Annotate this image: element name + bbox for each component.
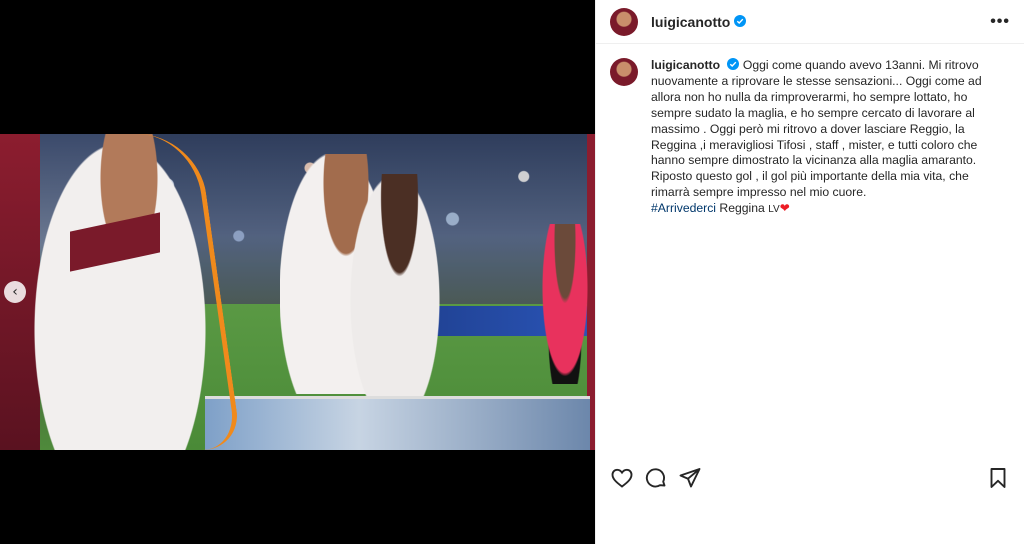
caption-body: Oggi come quando avevo 13anni. Mi ritrov… xyxy=(651,58,982,200)
more-options-button[interactable]: ••• xyxy=(990,13,1010,31)
player-teammate xyxy=(350,174,440,404)
verified-badge-icon xyxy=(723,58,742,72)
avatar[interactable] xyxy=(610,7,638,36)
caption-block: luigicanotto Oggi come quando avevo 13an… xyxy=(596,44,1024,218)
caption-tail: Reggina xyxy=(716,201,769,216)
hashtag-link[interactable]: #Arrivederci xyxy=(651,201,716,215)
post-photo[interactable] xyxy=(0,134,595,450)
post-sidebar: luigicanotto ••• luigicanotto Oggi come … xyxy=(595,0,1024,544)
share-button[interactable] xyxy=(678,466,702,490)
post-header: luigicanotto ••• xyxy=(596,0,1024,44)
lv-text: LV xyxy=(768,204,780,216)
bookmark-icon xyxy=(990,468,1006,488)
comment-button[interactable] xyxy=(644,466,668,490)
caption-username[interactable]: luigicanotto xyxy=(651,58,720,72)
save-button[interactable] xyxy=(986,466,1010,490)
post-media-pane: ‹ xyxy=(0,0,595,544)
header-username[interactable]: luigicanotto xyxy=(651,14,730,30)
instagram-post-view: ‹ luigicanotto ••• luigicanotto Oggi com… xyxy=(0,0,1024,544)
verified-badge-icon xyxy=(730,13,747,31)
like-button[interactable] xyxy=(610,466,634,490)
post-actions-bar xyxy=(610,466,1010,490)
comment-icon xyxy=(645,468,666,488)
carousel-prev-button[interactable]: ‹ xyxy=(4,281,26,303)
referee xyxy=(540,224,590,384)
heart-outline-icon xyxy=(611,468,633,488)
caption-avatar[interactable] xyxy=(610,58,638,86)
heart-emoji: ❤ xyxy=(779,201,790,216)
photo-inset-strip xyxy=(205,396,590,450)
paper-plane-icon xyxy=(679,468,701,488)
caption-text: luigicanotto Oggi come quando avevo 13an… xyxy=(651,58,1001,218)
